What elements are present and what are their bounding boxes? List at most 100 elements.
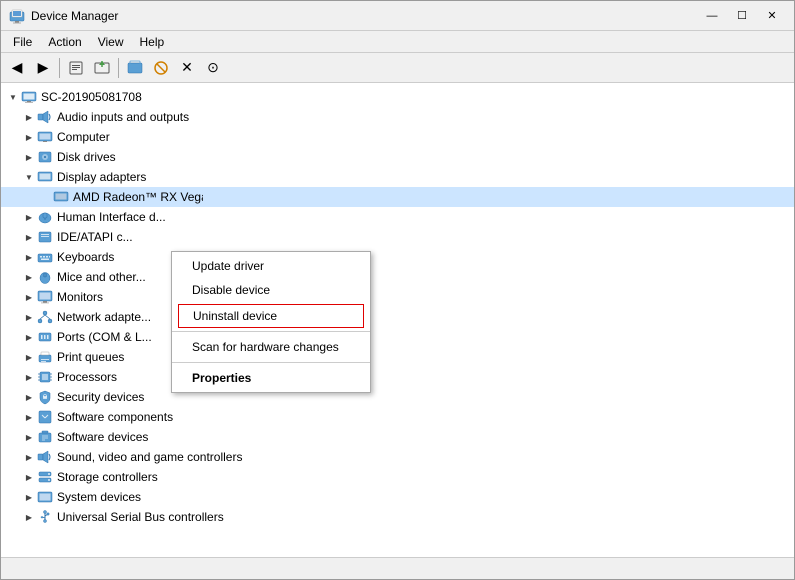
mice-toggle[interactable]: ▶ xyxy=(21,269,37,285)
window-title: Device Manager xyxy=(31,9,118,23)
audio-label: Audio inputs and outputs xyxy=(57,110,189,124)
storage-toggle[interactable]: ▶ xyxy=(21,469,37,485)
software-dev-toggle[interactable]: ▶ xyxy=(21,429,37,445)
computer-device-icon xyxy=(37,129,53,145)
disk-toggle[interactable]: ▶ xyxy=(21,149,37,165)
menu-file[interactable]: File xyxy=(5,33,40,51)
menu-view[interactable]: View xyxy=(90,33,132,51)
tree-root[interactable]: ▼ SC-201905081708 xyxy=(1,87,794,107)
scan-button[interactable] xyxy=(123,56,147,80)
update-driver-button[interactable] xyxy=(90,56,114,80)
storage-label: Storage controllers xyxy=(57,470,158,484)
main-content: ▼ SC-201905081708 ▶ xyxy=(1,83,794,557)
security-toggle[interactable]: ▶ xyxy=(21,389,37,405)
usb-icon xyxy=(37,509,53,525)
amd-icon xyxy=(53,189,69,205)
maximize-button[interactable]: ☐ xyxy=(728,6,756,26)
software-comp-toggle[interactable]: ▶ xyxy=(21,409,37,425)
tree-item-software-dev[interactable]: ▶ Software devices xyxy=(1,427,794,447)
ctx-scan-hardware[interactable]: Scan for hardware changes xyxy=(172,335,370,359)
processors-icon xyxy=(37,369,53,385)
tree-item-monitors[interactable]: ▶ Monitors xyxy=(1,287,794,307)
root-toggle[interactable]: ▼ xyxy=(5,89,21,105)
close-button[interactable]: ✕ xyxy=(758,6,786,26)
tree-item-system[interactable]: ▶ System devices xyxy=(1,487,794,507)
ide-toggle[interactable]: ▶ xyxy=(21,229,37,245)
keyboards-icon xyxy=(37,249,53,265)
title-bar-left: Device Manager xyxy=(9,8,118,24)
ports-toggle[interactable]: ▶ xyxy=(21,329,37,345)
print-icon xyxy=(37,349,53,365)
mice-icon xyxy=(37,269,53,285)
system-toggle[interactable]: ▶ xyxy=(21,489,37,505)
disk-icon xyxy=(37,149,53,165)
tree-item-disk[interactable]: ▶ Disk drives xyxy=(1,147,794,167)
title-controls: — ☐ ✕ xyxy=(698,6,786,26)
back-button[interactable]: ◀ xyxy=(5,56,29,80)
hid-label: Human Interface d... xyxy=(57,210,166,224)
display-label: Display adapters xyxy=(57,170,146,184)
tree-item-usb[interactable]: ▶ Universal Serial Bus controllers xyxy=(1,507,794,527)
computer-icon xyxy=(21,89,37,105)
sound-toggle[interactable]: ▶ xyxy=(21,449,37,465)
ctx-update-driver[interactable]: Update driver xyxy=(172,254,370,278)
computer-toggle[interactable]: ▶ xyxy=(21,129,37,145)
disable-button[interactable] xyxy=(149,56,173,80)
ide-label: IDE/ATAPI c... xyxy=(57,230,133,244)
ide-icon xyxy=(37,229,53,245)
menu-help[interactable]: Help xyxy=(132,33,173,51)
tree-item-keyboards[interactable]: ▶ Keyboards xyxy=(1,247,794,267)
menu-action[interactable]: Action xyxy=(40,33,89,51)
security-label: Security devices xyxy=(57,390,144,404)
processors-toggle[interactable]: ▶ xyxy=(21,369,37,385)
ports-icon xyxy=(37,329,53,345)
tree-item-amd[interactable]: AMD Radeon™ RX Vega 11 Graphi... xyxy=(1,187,794,207)
tree-item-ports[interactable]: ▶ Ports (COM & L... xyxy=(1,327,794,347)
keyboards-toggle[interactable]: ▶ xyxy=(21,249,37,265)
network-label: Network adapte... xyxy=(57,310,151,324)
display-toggle[interactable]: ▼ xyxy=(21,169,37,185)
tree-item-sound[interactable]: ▶ Sound, video and game controllers xyxy=(1,447,794,467)
ctx-disable-device[interactable]: Disable device xyxy=(172,278,370,302)
tree-item-storage[interactable]: ▶ Storage controllers xyxy=(1,467,794,487)
hid-toggle[interactable]: ▶ xyxy=(21,209,37,225)
tree-item-ide[interactable]: ▶ IDE/ATAPI c... xyxy=(1,227,794,247)
minimize-button[interactable]: — xyxy=(698,6,726,26)
tree-item-print[interactable]: ▶ Print queues xyxy=(1,347,794,367)
tree-item-hid[interactable]: ▶ Human Interface d... xyxy=(1,207,794,227)
amd-label: AMD Radeon™ RX Vega 11 Graphi... xyxy=(73,190,203,204)
software-dev-icon xyxy=(37,429,53,445)
tree-item-audio[interactable]: ▶ Audio inputs and outputs xyxy=(1,107,794,127)
properties-button[interactable] xyxy=(64,56,88,80)
network-toggle[interactable]: ▶ xyxy=(21,309,37,325)
storage-icon xyxy=(37,469,53,485)
tree-item-mice[interactable]: ▶ Mice and other... xyxy=(1,267,794,287)
ctx-properties[interactable]: Properties xyxy=(172,366,370,390)
tree-item-security[interactable]: ▶ Security devices xyxy=(1,387,794,407)
tree-item-network[interactable]: ▶ Network adapte... xyxy=(1,307,794,327)
ctx-sep2 xyxy=(172,362,370,363)
computer-label: Computer xyxy=(57,130,110,144)
monitors-toggle[interactable]: ▶ xyxy=(21,289,37,305)
tree-item-software-comp[interactable]: ▶ Software components xyxy=(1,407,794,427)
print-toggle[interactable]: ▶ xyxy=(21,349,37,365)
forward-button[interactable]: ▶ xyxy=(31,56,55,80)
tree-item-computer[interactable]: ▶ Computer xyxy=(1,127,794,147)
system-label: System devices xyxy=(57,490,141,504)
usb-toggle[interactable]: ▶ xyxy=(21,509,37,525)
usb-label: Universal Serial Bus controllers xyxy=(57,510,224,524)
device-tree[interactable]: ▼ SC-201905081708 ▶ xyxy=(1,83,794,557)
title-bar: Device Manager — ☐ ✕ xyxy=(1,1,794,31)
network-icon xyxy=(37,309,53,325)
scan-hardware-button[interactable]: ⊙ xyxy=(201,56,225,80)
sound-icon xyxy=(37,449,53,465)
context-menu: Update driver Disable device Uninstall d… xyxy=(171,251,371,393)
tree-item-processors[interactable]: ▶ Processors xyxy=(1,367,794,387)
uninstall-toolbar-button[interactable]: ✕ xyxy=(175,56,199,80)
disk-label: Disk drives xyxy=(57,150,116,164)
ctx-uninstall-device[interactable]: Uninstall device xyxy=(178,304,364,328)
device-manager-window: Device Manager — ☐ ✕ File Action View He… xyxy=(0,0,795,580)
audio-toggle[interactable]: ▶ xyxy=(21,109,37,125)
tree-item-display[interactable]: ▼ Display adapters xyxy=(1,167,794,187)
monitors-icon xyxy=(37,289,53,305)
